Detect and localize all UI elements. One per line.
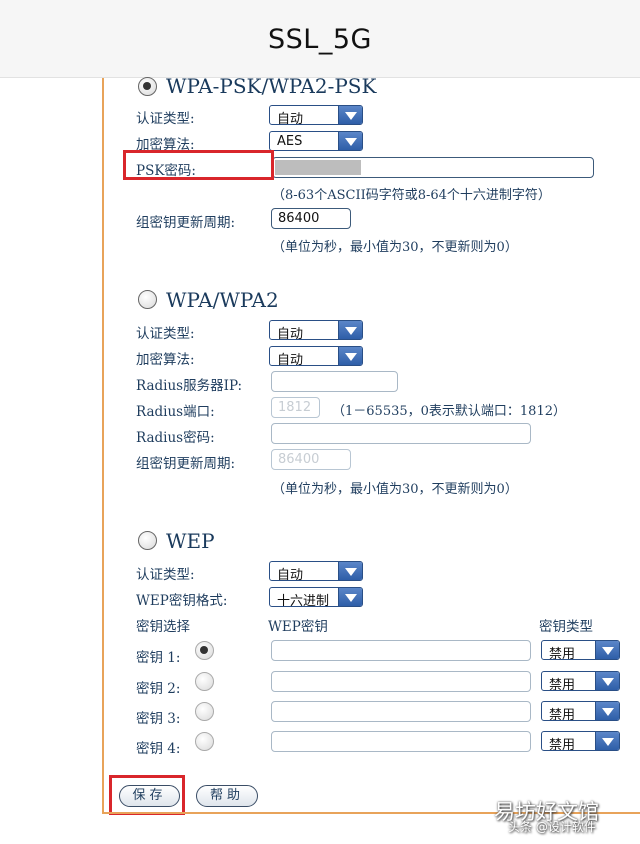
- wep-section-title: WEP: [166, 529, 215, 553]
- wpa-psk-rekey-hint: （单位为秒，最小值为30，不更新则为0）: [272, 240, 518, 255]
- wpa-psk-auth-label: 认证类型:: [136, 111, 195, 127]
- wep-key-3-type-value: 禁用: [549, 708, 576, 721]
- save-highlight-box: [109, 775, 185, 815]
- wep-format-value: 十六进制: [277, 594, 330, 607]
- psk-highlight-box: [123, 150, 274, 180]
- key-select-header: 密钥选择: [136, 619, 190, 635]
- wpa-psk-rekey-label: 组密钥更新周期:: [136, 215, 236, 231]
- wep-key-2-type-select[interactable]: 禁用: [541, 671, 620, 691]
- radius-port-label: Radius端口:: [136, 404, 215, 420]
- wpa-rekey-label: 组密钥更新周期:: [136, 456, 236, 472]
- wep-auth-value: 自动: [277, 568, 304, 581]
- wep-key-3-label: 密钥 3:: [136, 711, 181, 727]
- wpa-auth-value: 自动: [277, 327, 304, 340]
- chevron-down-icon: [595, 732, 619, 750]
- chevron-down-icon: [338, 132, 362, 150]
- wep-key-2-input[interactable]: [271, 671, 531, 692]
- help-button[interactable]: 帮助: [196, 785, 258, 807]
- radius-port-input[interactable]: 1812: [271, 397, 320, 418]
- radius-ip-input[interactable]: [271, 371, 398, 392]
- wep-key-1-label: 密钥 1:: [136, 650, 181, 666]
- wpa-psk-rekey-input[interactable]: 86400: [271, 208, 351, 229]
- wpa-psk-auth-value: 自动: [277, 112, 304, 125]
- wep-key-4-label: 密钥 4:: [136, 741, 181, 757]
- wpa-rekey-hint: （单位为秒，最小值为30，不更新则为0）: [272, 482, 518, 497]
- chevron-down-icon: [595, 702, 619, 720]
- wpa-enc-select[interactable]: 自动: [269, 346, 363, 366]
- wep-key-4-input[interactable]: [271, 731, 531, 752]
- wep-radio[interactable]: [138, 531, 157, 550]
- radius-port-hint: （1－65535，0表示默认端口：1812）: [332, 404, 566, 419]
- window-header: SSL_5G: [0, 0, 640, 78]
- psk-password-input[interactable]: [272, 157, 594, 178]
- radius-password-input[interactable]: [271, 423, 531, 444]
- wep-key-1-type-select[interactable]: 禁用: [541, 640, 620, 660]
- key-type-header: 密钥类型: [539, 619, 593, 635]
- wpa-rekey-input[interactable]: 86400: [271, 449, 351, 470]
- wep-auth-select[interactable]: 自动: [269, 561, 363, 581]
- security-settings-panel: WPA-PSK/WPA2-PSK 认证类型: 自动 加密算法: AES PSK密…: [102, 74, 640, 815]
- redacted-password-mask: [275, 160, 361, 175]
- wpa-psk-section-title: WPA-PSK/WPA2-PSK: [166, 74, 377, 98]
- radius-password-label: Radius密码:: [136, 430, 215, 446]
- wep-key-4-radio[interactable]: [195, 732, 214, 751]
- wpa-psk-enc-select[interactable]: AES: [269, 131, 363, 151]
- wep-key-header: WEP密钥: [268, 619, 328, 635]
- wpa-enc-value: 自动: [277, 353, 304, 366]
- wep-key-3-radio[interactable]: [195, 702, 214, 721]
- chevron-down-icon: [338, 562, 362, 580]
- wpa-psk-enc-value: AES: [277, 134, 303, 149]
- wep-key-2-radio[interactable]: [195, 672, 214, 691]
- wpa-enc-label: 加密算法:: [136, 352, 195, 368]
- wep-key-3-type-select[interactable]: 禁用: [541, 701, 620, 721]
- wpa-section-title: WPA/WPA2: [166, 288, 279, 312]
- wep-key-2-type-value: 禁用: [549, 678, 576, 691]
- chevron-down-icon: [338, 106, 362, 124]
- wep-key-4-type-value: 禁用: [549, 738, 576, 751]
- chevron-down-icon: [595, 641, 619, 659]
- wep-format-label: WEP密钥格式:: [136, 593, 228, 609]
- psk-hint: （8-63个ASCII码字符或8-64个十六进制字符）: [272, 188, 551, 203]
- chevron-down-icon: [338, 588, 362, 606]
- wep-key-4-type-select[interactable]: 禁用: [541, 731, 620, 751]
- wpa-auth-label: 认证类型:: [136, 326, 195, 342]
- wep-key-1-input[interactable]: [271, 640, 531, 661]
- wpa-psk-auth-select[interactable]: 自动: [269, 105, 363, 125]
- radius-ip-label: Radius服务器IP:: [136, 378, 243, 394]
- wpa-auth-select[interactable]: 自动: [269, 320, 363, 340]
- watermark-sub: 头条 @设计软件: [508, 820, 596, 834]
- wep-key-1-radio[interactable]: [195, 641, 214, 660]
- chevron-down-icon: [338, 321, 362, 339]
- wpa-radio[interactable]: [138, 290, 157, 309]
- chevron-down-icon: [338, 347, 362, 365]
- wep-format-select[interactable]: 十六进制: [269, 587, 363, 607]
- wpa-psk-radio[interactable]: [138, 77, 157, 96]
- wep-auth-label: 认证类型:: [136, 567, 195, 583]
- wep-key-1-type-value: 禁用: [549, 647, 576, 660]
- page-title: SSL_5G: [268, 24, 372, 55]
- wep-key-3-input[interactable]: [271, 701, 531, 722]
- chevron-down-icon: [595, 672, 619, 690]
- wep-key-2-label: 密钥 2:: [136, 681, 181, 697]
